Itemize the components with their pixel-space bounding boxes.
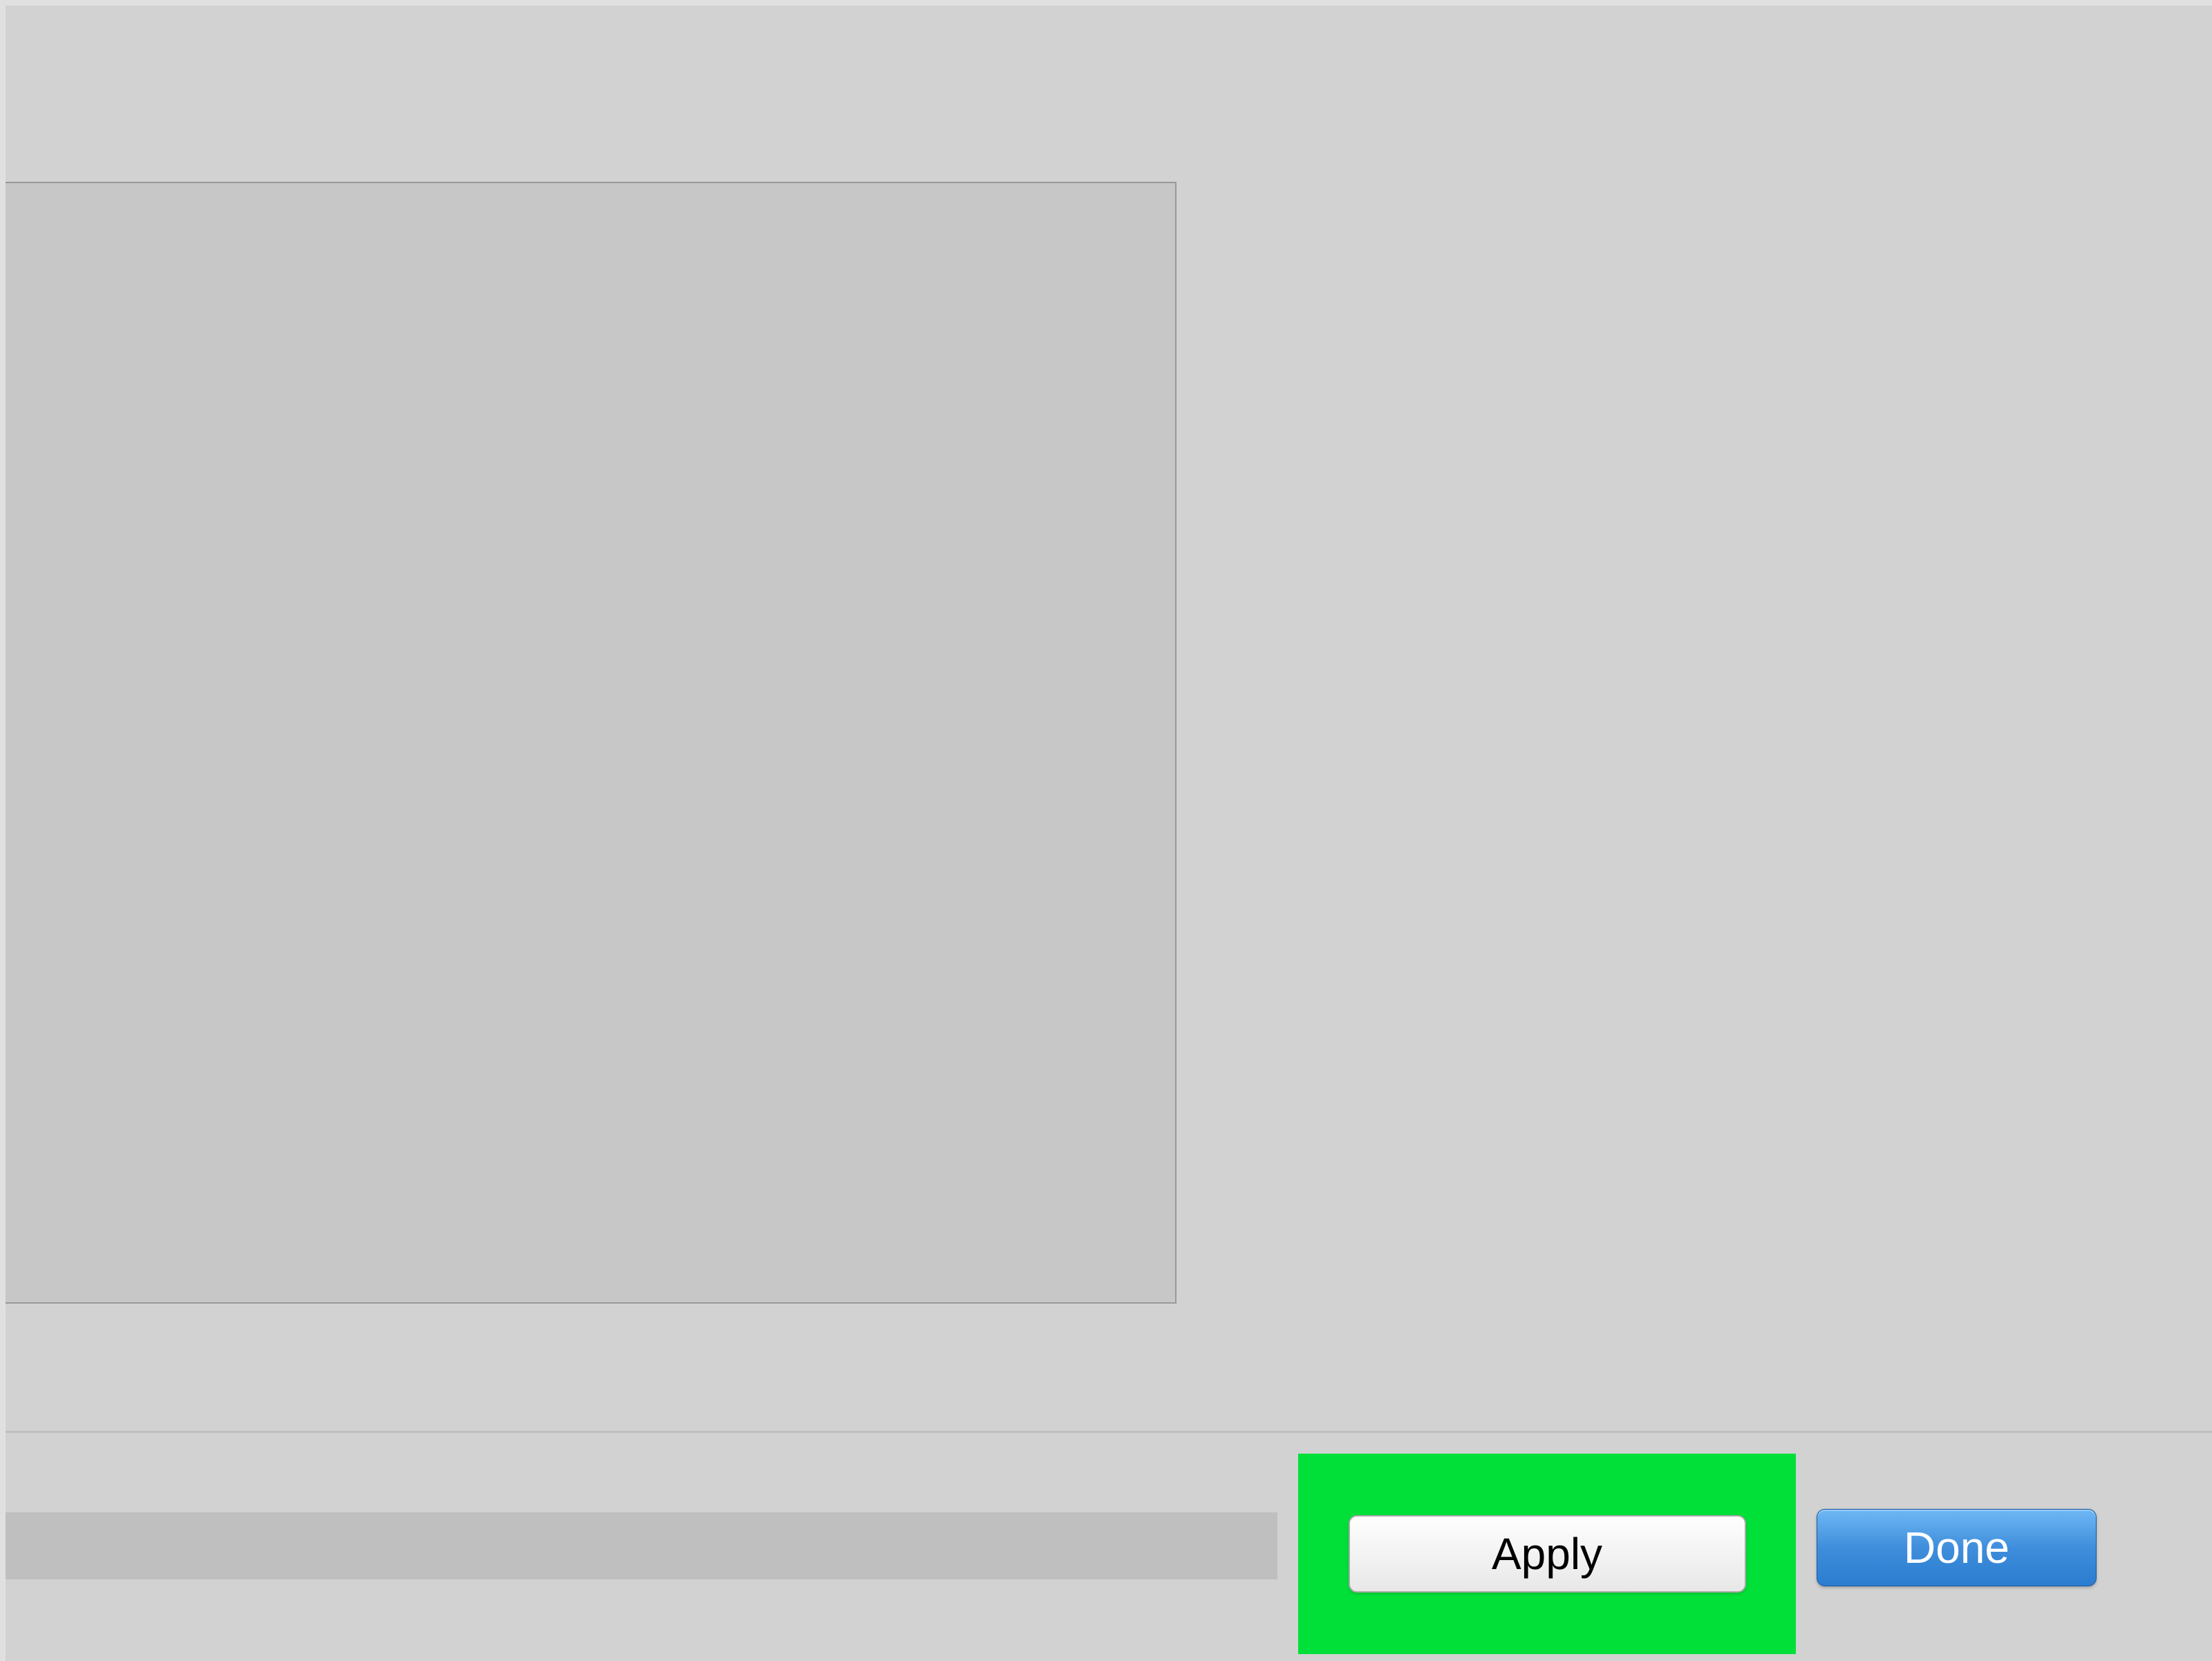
done-button[interactable]: Done: [1817, 1509, 2097, 1586]
apply-highlight: Apply: [1298, 1454, 1796, 1654]
apply-button[interactable]: Apply: [1349, 1515, 1746, 1593]
main-area: Apply Done: [6, 6, 2212, 1661]
left-border: [0, 0, 6, 1661]
bottom-bar: [6, 1512, 1277, 1579]
top-border: [0, 0, 2212, 6]
footer-divider: [6, 1431, 2212, 1433]
content-panel: [6, 182, 1177, 1304]
